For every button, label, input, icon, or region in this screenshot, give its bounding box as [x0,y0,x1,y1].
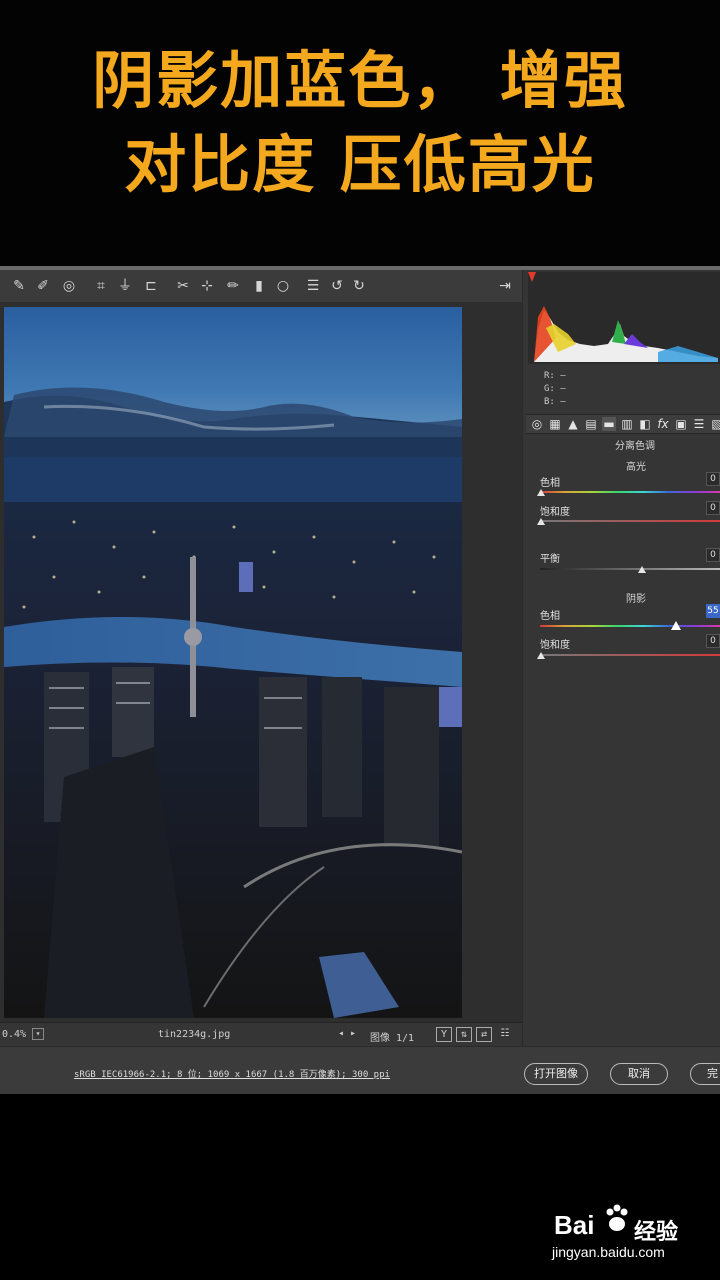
balance-input[interactable]: 0 [706,548,720,562]
watermark-url: jingyan.baidu.com [552,1244,665,1260]
presets-tab-icon[interactable]: ☰ [692,417,706,431]
image-nav-arrows[interactable]: ◂ ▸ [338,1028,356,1039]
lens-tab-icon[interactable]: ▥ [620,417,634,431]
workflow-options-link[interactable]: sRGB IEC61966-2.1; 8 位; 1069 x 1667 (1.8… [74,1067,390,1080]
calibration-tab-icon[interactable]: ▣ [674,417,688,431]
footer-bar: sRGB IEC61966-2.1; 8 位; 1069 x 1667 (1.8… [0,1046,720,1094]
swap-settings-icon[interactable]: ⇅ [456,1027,472,1042]
shadows-saturation-label: 饱和度 [540,640,570,651]
list-icon[interactable]: ☰ [304,277,322,295]
toggle-settings-icon[interactable]: ☷ [497,1027,513,1042]
caption-line-1: 阴影加蓝色， 增强 [92,44,628,117]
cancel-button[interactable]: 取消 [610,1063,668,1085]
color-sampler-icon[interactable]: ✐ [34,277,52,295]
open-image-button[interactable]: 打开图像 [524,1063,588,1085]
highlights-hue-slider[interactable] [540,491,720,493]
done-button[interactable]: 完 [690,1063,720,1085]
redeye-icon[interactable]: ⊹ [198,277,216,295]
highlights-saturation-input[interactable]: 0 [706,501,720,515]
copy-settings-icon[interactable]: ⇄ [476,1027,492,1042]
rotate-left-icon[interactable]: ↺ [328,277,346,295]
rotate-right-icon[interactable]: ↻ [350,277,368,295]
spot-removal-icon[interactable]: ✂ [174,277,192,295]
basic-tab-icon[interactable]: ◎ [530,417,544,431]
slider-thumb[interactable] [671,621,681,630]
image-count: 图像 1/1 [370,1033,415,1044]
paw-icon [604,1204,630,1234]
shadows-saturation-slider[interactable] [540,654,720,656]
zoom-level[interactable]: 0.4% [2,1029,26,1040]
effects-tab-icon[interactable]: ◧ [638,417,652,431]
highlights-saturation-label: 饱和度 [540,507,570,518]
caption-line-2: 对比度 压低高光 [124,128,596,201]
panel-tabs: ◎ ▦ ▲ ▤ ▬ ▥ ◧ fx ▣ ☰ ▧ [526,414,720,434]
chevron-down-icon[interactable]: ▾ [32,1028,44,1040]
slider-thumb[interactable] [537,518,545,525]
shadow-clipping-icon [528,272,536,282]
baidu-jingyan-watermark: Bai 经验 jingyan.baidu.com [552,1202,712,1266]
shadows-title: 阴影 [626,594,646,605]
export-icon[interactable]: ⇥ [496,277,514,295]
shadows-hue-label: 色相 [540,611,560,622]
eyedropper-icon[interactable]: ✎ [10,277,28,295]
watermark-brand-2: 经验 [634,1220,679,1245]
crop-icon[interactable]: ⌗ [92,277,110,295]
toolbar: ✎ ✐ ◎ ⌗ ⏚ ⊏ ✂ ⊹ ✏ ▮ ○ ☰ ↺ ↻ ⇥ [0,270,522,302]
status-strip: 0.4% ▾ tin2234g.jpg ◂ ▸ 图像 1/1 Y ⇅ ⇄ ☷ [0,1022,522,1046]
highlights-hue-label: 色相 [540,478,560,489]
shadows-hue-slider[interactable] [540,625,720,627]
histogram [528,272,720,364]
split-toning-tab-icon[interactable]: ▬ [602,417,616,431]
caption-banner: 阴影加蓝色， 增强 对比度 压低高光 [0,0,720,266]
tone-curve-tab-icon[interactable]: ▦ [548,417,562,431]
balance-label: 平衡 [540,554,560,565]
detail-tab-icon[interactable]: ▲ [566,417,580,431]
fx-tab-icon[interactable]: fx [656,417,670,431]
panel-section-title: 分离色调 [615,441,655,452]
balance-slider[interactable] [540,568,720,570]
shadows-saturation-input[interactable]: 0 [706,634,720,648]
slider-thumb[interactable] [638,566,646,573]
radial-filter-icon[interactable]: ○ [274,277,292,295]
snapshots-tab-icon[interactable]: ▧ [710,417,720,431]
shadows-hue-input[interactable]: 55 [706,604,720,618]
slider-thumb[interactable] [537,652,545,659]
target-adjust-icon[interactable]: ◎ [60,277,78,295]
rgb-readout: R: — G: — B: — [544,371,566,407]
highlights-hue-input[interactable]: 0 [706,472,720,486]
hsl-tab-icon[interactable]: ▤ [584,417,598,431]
file-name: tin2234g.jpg [158,1029,231,1040]
slider-thumb[interactable] [537,489,545,496]
watermark-brand: Bai [554,1210,595,1240]
preview-image [4,307,462,1018]
brush-icon[interactable]: ✏ [224,277,242,295]
graduated-filter-icon[interactable]: ▮ [250,277,268,295]
transform-icon[interactable]: ⊏ [142,277,160,295]
highlights-saturation-slider[interactable] [540,520,720,522]
highlights-title: 高光 [626,462,646,473]
straighten-icon[interactable]: ⏚ [116,277,134,295]
before-after-y-icon[interactable]: Y [436,1027,452,1042]
